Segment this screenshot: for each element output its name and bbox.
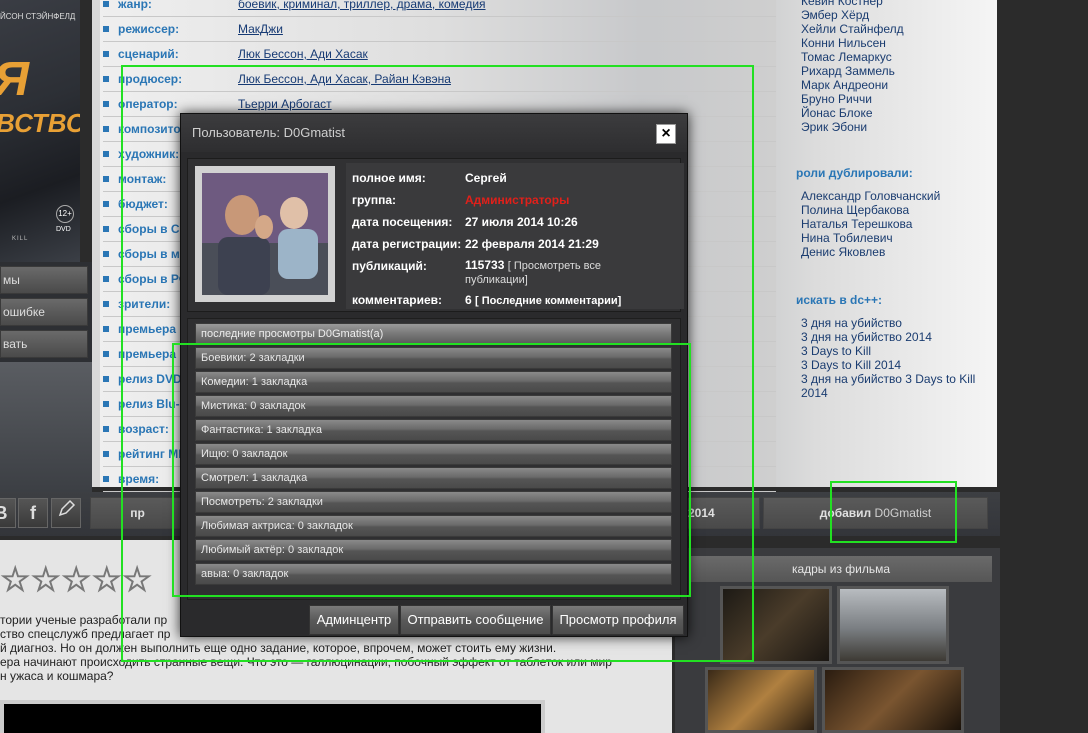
dub-actor-link[interactable]: Полина Щербакова [801,203,940,217]
dub-actor-link[interactable]: Нина Тобилевич [801,231,940,245]
dc-search-link[interactable]: 3 дня на убийство 3 Days to Kill [801,372,975,386]
info-row: сценарий: Люк Бессон, Ади Хасак [103,42,776,67]
description-line: н ужаса и кошмара? [0,669,114,683]
cast-link[interactable]: Йонас Блоке [801,106,904,120]
left-button-2[interactable]: ошибке [0,298,88,326]
bullet-icon [103,401,109,407]
dub-actor-link[interactable]: Александр Головчанский [801,189,940,203]
frame-thumbnail-3[interactable] [705,667,817,733]
movie-poster[interactable]: ЙСОН СТЭЙНФЕЛД Я ВСТВО 12+ DVD KILL [0,0,80,262]
dvd-logo: DVD [56,226,71,233]
poster-title: Я [0,56,29,104]
bullet-icon [103,276,109,282]
bullet-icon [103,301,109,307]
info-value-link[interactable]: боевик, криминал, триллер, драма, комеди… [238,0,486,11]
bullet-icon [103,76,109,82]
info-row: жанр: боевик, криминал, триллер, драма, к… [103,0,776,17]
dub-heading: роли дублировали: [796,166,913,180]
dc-search-link[interactable]: 3 Days to Kill [801,344,975,358]
dc-list: 3 дня на убийство 3 дня на убийство 2014 3… [801,316,975,400]
dc-search-link[interactable]: 3 дня на убийство [801,316,975,330]
vk-share-button[interactable]: В [0,498,16,528]
bullet-icon [103,51,109,57]
age-rating-badge: 12+ [56,205,74,223]
dub-actor-link[interactable]: Денис Яковлев [801,245,940,259]
dc-search-link[interactable]: 3 дня на убийство 2014 [801,330,975,344]
cast-link[interactable]: Конни Нильсен [801,36,904,50]
frame-thumbnail-4[interactable] [822,667,964,733]
cast-link[interactable]: Хейли Стайнфелд [801,22,904,36]
cast-link[interactable]: Кевин Костнер [801,0,904,8]
cast-link[interactable]: Бруно Риччи [801,92,904,106]
info-key: жанр: [118,0,152,11]
dc-heading: искать в dc++: [796,293,883,307]
bullet-icon [103,376,109,382]
info-row: режиссер: МакДжи [103,17,776,42]
dub-actor-link[interactable]: Наталья Терешкова [801,217,940,231]
cast-link[interactable]: Эмбер Хёрд [801,8,904,22]
cast-link[interactable]: Рихард Заммель [801,64,904,78]
bullet-icon [103,476,109,482]
cast-link[interactable]: Марк Андреони [801,78,904,92]
bullet-icon [103,351,109,357]
bullet-icon [103,101,109,107]
bullet-icon [103,426,109,432]
bullet-icon [103,26,109,32]
info-value-link[interactable]: Люк Бессон, Ади Хасак [238,47,368,61]
bullet-icon [103,326,109,332]
bullet-icon [103,451,109,457]
video-player[interactable] [0,700,545,733]
poster-actors: ЙСОН СТЭЙНФЕЛД [0,12,76,21]
bullet-icon [103,251,109,257]
left-button-3[interactable]: вать [0,330,88,358]
bullet-icon [103,201,109,207]
poster-kill-text: KILL [12,236,29,242]
dc-search-link[interactable]: 3 Days to Kill 2014 [801,358,975,372]
frame-thumbnail-2[interactable] [837,586,949,664]
edit-icon[interactable] [51,498,81,528]
left-image [0,362,92,492]
info-value-link[interactable]: МакДжи [238,22,283,36]
bullet-icon [103,226,109,232]
info-key: режиссер: [118,22,180,36]
cast-link[interactable]: Томас Лемаркус [801,50,904,64]
bullet-icon [103,176,109,182]
cast-list: Кевин Костнер Эмбер Хёрд Хейли Стайнфелд Ко… [801,0,904,134]
info-key: сценарий: [118,47,179,61]
dc-search-link[interactable]: 2014 [801,386,975,400]
highlight-box-added-by [830,481,957,543]
dub-list: Александр Головчанский Полина Щербакова На… [801,189,940,259]
highlight-box-bookmarks [172,343,691,597]
bullet-icon [103,1,109,7]
bullet-icon [103,151,109,157]
cast-link[interactable]: Эрик Эбони [801,120,904,134]
facebook-share-button[interactable]: f [18,498,48,528]
poster-title-2: ВСТВО [0,108,80,138]
left-button-1[interactable]: мы [0,266,88,294]
bullet-icon [103,126,109,132]
